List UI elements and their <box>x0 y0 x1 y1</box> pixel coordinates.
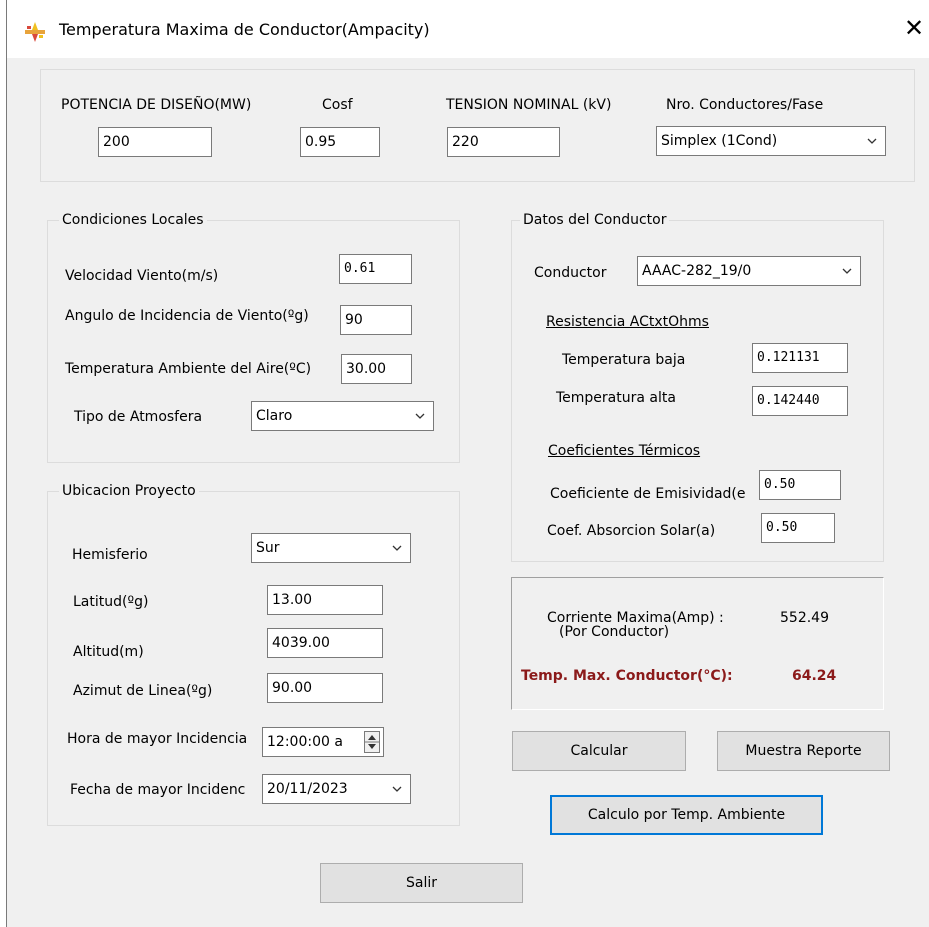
temp-baja-label: Temperatura baja <box>562 352 686 368</box>
window-title: Temperatura Maxima de Conductor(Ampacity… <box>59 20 430 39</box>
conductor-select[interactable]: AAAC-282_19/0 <box>637 256 861 286</box>
app-icon <box>23 20 47 44</box>
chevron-down-icon <box>842 268 852 274</box>
velocidad-label: Velocidad Viento(m/s) <box>65 268 219 284</box>
resistencia-heading: Resistencia ACtxtOhms <box>546 314 709 330</box>
calculo-temp-ambiente-button[interactable]: Calculo por Temp. Ambiente <box>550 795 823 835</box>
close-button[interactable]: ✕ <box>900 14 928 42</box>
conductor-label: Conductor <box>534 265 607 281</box>
altitud-input[interactable]: 4039.00 <box>267 628 383 658</box>
close-icon: ✕ <box>903 14 925 42</box>
atmosfera-value: Claro <box>256 408 293 424</box>
latitud-input[interactable]: 13.00 <box>267 585 383 615</box>
temp-alta-label: Temperatura alta <box>556 390 676 406</box>
conductores-select[interactable]: Simplex (1Cond) <box>656 126 886 156</box>
emisividad-label: Coeficiente de Emisividad(e <box>550 486 746 502</box>
absorcion-input[interactable]: 0.50 <box>761 513 835 543</box>
fecha-select[interactable]: 20/11/2023 <box>262 774 411 804</box>
salir-button[interactable]: Salir <box>320 863 523 903</box>
altitud-label: Altitud(m) <box>73 644 144 660</box>
hemisferio-select[interactable]: Sur <box>251 533 411 563</box>
temp-alta-input[interactable]: 0.142440 <box>752 386 848 416</box>
temp-baja-input[interactable]: 0.121131 <box>752 343 848 373</box>
hora-input[interactable]: 12:00:00 a <box>262 727 384 757</box>
temp-ambiente-label: Temperatura Ambiente del Aire(ºC) <box>65 361 312 377</box>
corriente-value: 552.49 <box>780 610 829 626</box>
fecha-label: Fecha de mayor Incidenc <box>70 782 246 798</box>
spinner-arrows-icon <box>365 735 379 749</box>
hora-spinner[interactable] <box>364 731 380 753</box>
cosf-label: Cosf <box>322 97 353 113</box>
azimut-label: Azimut de Linea(ºg) <box>73 683 213 699</box>
title-bar: Temperatura Maxima de Conductor(Ampacity… <box>7 0 929 58</box>
conductores-label: Nro. Conductores/Fase <box>666 97 824 113</box>
dialog-window: Temperatura Maxima de Conductor(Ampacity… <box>6 0 929 927</box>
hora-label: Hora de mayor Incidencia <box>67 731 248 747</box>
absorcion-label: Coef. Absorcion Solar(a) <box>547 523 716 539</box>
cosf-input[interactable]: 0.95 <box>300 127 380 157</box>
chevron-down-icon <box>392 545 402 551</box>
condiciones-title: Condiciones Locales <box>59 212 207 228</box>
tension-label: TENSION NOMINAL (kV) <box>446 97 612 113</box>
temp-ambiente-input[interactable]: 30.00 <box>341 354 412 384</box>
angulo-input[interactable]: 90 <box>340 305 412 335</box>
potencia-label: POTENCIA DE DISEÑO(MW) <box>61 97 252 113</box>
hemisferio-value: Sur <box>256 540 280 556</box>
muestra-reporte-button[interactable]: Muestra Reporte <box>717 731 890 771</box>
potencia-input[interactable]: 200 <box>98 127 212 157</box>
velocidad-input[interactable]: 0.61 <box>339 254 412 284</box>
emisividad-input[interactable]: 0.50 <box>759 470 841 500</box>
results-panel <box>511 577 884 710</box>
conductor-value: AAAC-282_19/0 <box>642 263 752 279</box>
hora-value: 12:00:00 a <box>267 734 343 750</box>
hemisferio-label: Hemisferio <box>72 547 148 563</box>
coef-heading: Coeficientes Térmicos <box>548 443 701 459</box>
conductor-title: Datos del Conductor <box>520 212 670 228</box>
atmosfera-label: Tipo de Atmosfera <box>74 409 203 425</box>
fecha-value: 20/11/2023 <box>267 781 348 797</box>
conductores-value: Simplex (1Cond) <box>661 133 778 149</box>
temp-max-value: 64.24 <box>792 668 837 684</box>
corriente-sub-label: (Por Conductor) <box>559 624 670 640</box>
chevron-down-icon <box>415 413 425 419</box>
tension-input[interactable]: 220 <box>447 127 560 157</box>
temp-max-label: Temp. Max. Conductor(°C): <box>521 668 733 684</box>
ubicacion-title: Ubicacion Proyecto <box>59 483 199 499</box>
calcular-button[interactable]: Calcular <box>512 731 686 771</box>
angulo-label: Angulo de Incidencia de Viento(ºg) <box>65 308 309 324</box>
latitud-label: Latitud(ºg) <box>73 594 149 610</box>
atmosfera-select[interactable]: Claro <box>251 401 434 431</box>
azimut-input[interactable]: 90.00 <box>267 673 383 703</box>
chevron-down-icon <box>867 138 877 144</box>
chevron-down-icon <box>392 786 402 792</box>
